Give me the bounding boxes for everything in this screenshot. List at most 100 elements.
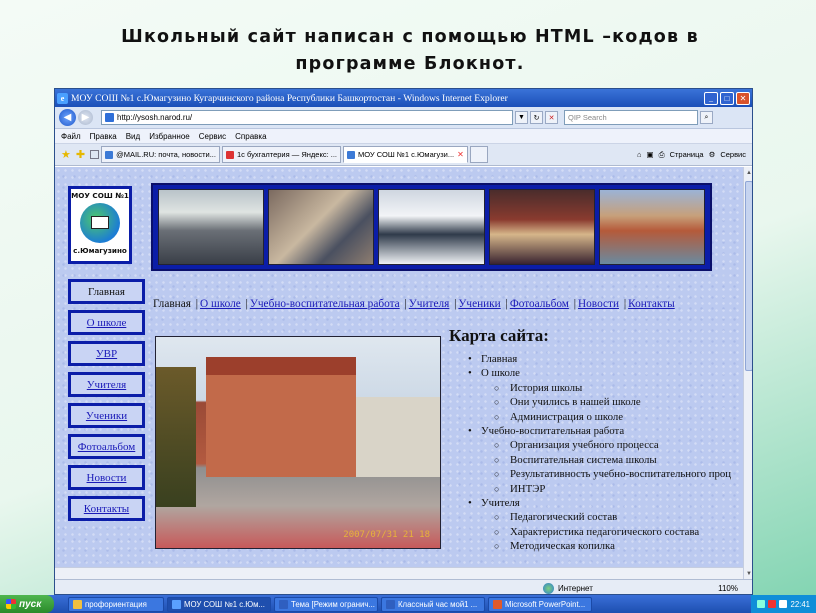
tab-favicon-icon	[225, 150, 234, 159]
address-field[interactable]: http://ysosh.narod.ru/	[101, 110, 513, 125]
favorites-star-icon[interactable]: ★	[61, 148, 71, 161]
horizontal-scrollbar[interactable]	[55, 567, 743, 579]
top-nav-uvr[interactable]: Учебно-воспитательная работа	[250, 298, 400, 310]
taskbar-item-powerpoint[interactable]: Microsoft PowerPoint...	[488, 596, 592, 612]
tab-yandex[interactable]: 1с бухгалтерия — Яндекс: ...	[221, 146, 341, 163]
zoom-level[interactable]: 110%	[718, 584, 738, 593]
close-tab-icon[interactable]: ✕	[457, 150, 464, 159]
top-nav-students[interactable]: Ученики	[458, 298, 500, 310]
top-nav-news[interactable]: Новости	[578, 298, 619, 310]
sitemap-subitem[interactable]: ИНТЭР	[449, 482, 743, 497]
top-nav-about[interactable]: О школе	[200, 298, 241, 310]
menu-tools[interactable]: Сервис	[199, 132, 226, 141]
taskbar-item-folder[interactable]: профориентация	[68, 596, 164, 612]
menu-edit[interactable]: Правка	[90, 132, 117, 141]
top-nav-contacts[interactable]: Контакты	[628, 298, 675, 310]
taskbar-item-class-hour[interactable]: Классный час мой1 ...	[381, 596, 485, 612]
new-tab-button[interactable]	[469, 146, 488, 163]
tray-network-icon[interactable]	[757, 600, 766, 608]
vertical-scrollbar[interactable]: ▲ ▼	[743, 167, 752, 579]
sitemap-subitem[interactable]: Воспитательная система школы	[449, 453, 743, 468]
home-icon[interactable]: ⌂	[637, 150, 642, 159]
powerpoint-icon	[493, 599, 502, 609]
address-dropdown-button[interactable]: ▼	[515, 111, 528, 124]
menu-bar: Файл Правка Вид Избранное Сервис Справка	[55, 129, 752, 144]
maximize-button[interactable]: □	[720, 91, 734, 105]
side-nav-home[interactable]: Главная	[68, 279, 145, 304]
start-button[interactable]: пуск	[0, 595, 54, 613]
taskbar-item-label: МОУ СОШ №1 с.Юм...	[184, 599, 265, 609]
top-nav-teachers[interactable]: Учителя	[409, 298, 450, 310]
sitemap-subitem[interactable]: Организация учебного процесса	[449, 438, 743, 453]
back-button[interactable]: ◀	[59, 109, 76, 126]
tab-school-site[interactable]: МОУ СОШ №1 с.Юмагузи... ✕	[343, 146, 468, 163]
side-nav-news[interactable]: Новости	[68, 465, 145, 490]
document-icon	[386, 599, 395, 609]
windows-flag-icon	[6, 599, 16, 609]
banner-photo-winter	[378, 189, 485, 265]
tab-mail[interactable]: @MAIL.RU: почта, новости...	[101, 146, 220, 163]
tools-gear-icon[interactable]: ⚙	[709, 150, 716, 159]
taskbar-item-ie[interactable]: МОУ СОШ №1 с.Юм...	[167, 596, 271, 612]
print-icon[interactable]: ⎙	[659, 150, 665, 160]
slide-heading: Школьный сайт написан с помощью HTML –ко…	[60, 24, 760, 78]
tray-volume-icon[interactable]	[779, 600, 788, 608]
side-nav-teachers[interactable]: Учителя	[68, 372, 145, 397]
sitemap-item[interactable]: Главная	[449, 352, 743, 367]
sitemap-item[interactable]: Учебно-воспитательная работа	[449, 424, 743, 439]
taskbar-item-label: Microsoft PowerPoint...	[505, 599, 586, 609]
page-icon	[105, 113, 114, 122]
ie-window: e МОУ СОШ №1 с.Юмагузино Кугарчинского р…	[54, 88, 753, 595]
window-titlebar[interactable]: e МОУ СОШ №1 с.Юмагузино Кугарчинского р…	[55, 89, 752, 107]
side-nav-students[interactable]: Ученики	[68, 403, 145, 428]
scroll-down-icon[interactable]: ▼	[744, 568, 752, 579]
sitemap-subitem[interactable]: Педагогический состав	[449, 510, 743, 525]
search-icon[interactable]: ⌕	[700, 111, 713, 124]
search-input[interactable]: QIP Search	[564, 110, 698, 125]
side-nav-photoalbum[interactable]: Фотоальбом	[68, 434, 145, 459]
forward-button[interactable]: ▶	[78, 110, 93, 125]
sitemap-subitem[interactable]: Методическая копилка	[449, 539, 743, 554]
sitemap-subitem[interactable]: Они учились в нашей школе	[449, 395, 743, 410]
sitemap-item[interactable]: О школе	[449, 366, 743, 381]
photo-building-wing	[356, 397, 440, 477]
stop-button[interactable]: ✕	[545, 111, 558, 124]
logo-bottom-text: с.Юмагузино	[73, 246, 127, 255]
taskbar-item-theme[interactable]: Тема [Режим огранич...	[274, 596, 378, 612]
sitemap-subitem[interactable]: Администрация о школе	[449, 410, 743, 425]
menu-help[interactable]: Справка	[235, 132, 266, 141]
close-button[interactable]: ✕	[736, 91, 750, 105]
page-menu[interactable]: Страница	[670, 150, 704, 159]
photo-timestamp: 2007/07/31 21 18	[343, 530, 430, 540]
sitemap: Карта сайта: ГлавнаяО школеИстория школы…	[449, 326, 743, 554]
sitemap-item[interactable]: Учителя	[449, 496, 743, 511]
banner-photo-students	[268, 189, 375, 265]
photo-banner	[151, 183, 712, 271]
sitemap-subitem[interactable]: Результативность учебно-воспитательного …	[449, 467, 743, 482]
menu-view[interactable]: Вид	[126, 132, 140, 141]
menu-file[interactable]: Файл	[61, 132, 81, 141]
tab-favicon-icon	[347, 150, 355, 159]
book-icon	[91, 216, 109, 229]
side-nav-about[interactable]: О школе	[68, 310, 145, 335]
tray-antivirus-icon[interactable]	[768, 600, 777, 608]
command-bar: ⌂ ▣ ⎙ Страница ⚙ Сервис	[632, 150, 752, 160]
side-nav-contacts[interactable]: Контакты	[68, 496, 145, 521]
quick-tabs-icon[interactable]	[90, 150, 100, 159]
minimize-button[interactable]: _	[704, 91, 718, 105]
side-nav-uvr[interactable]: УВР	[68, 341, 145, 366]
menu-favorites[interactable]: Избранное	[149, 132, 190, 141]
clock: 22:41	[790, 599, 810, 609]
address-toolbar: ◀ ▶ http://ysosh.narod.ru/ ▼ ↻ ✕ QIP Sea…	[55, 107, 752, 129]
page-viewport: МОУ СОШ №1 с.Юмагузино Главная О школе У…	[55, 167, 743, 579]
top-nav-photoalbum[interactable]: Фотоальбом	[510, 298, 569, 310]
refresh-button[interactable]: ↻	[530, 111, 543, 124]
scroll-up-icon[interactable]: ▲	[744, 167, 752, 178]
add-favorite-icon[interactable]: ✚	[76, 148, 85, 161]
service-menu[interactable]: Сервис	[720, 150, 746, 159]
feeds-icon[interactable]: ▣	[646, 150, 653, 159]
ie-logo-icon: e	[57, 92, 68, 104]
scroll-thumb[interactable]	[745, 181, 752, 371]
sitemap-subitem[interactable]: История школы	[449, 381, 743, 396]
sitemap-subitem[interactable]: Характеристика педагогического состава	[449, 525, 743, 540]
